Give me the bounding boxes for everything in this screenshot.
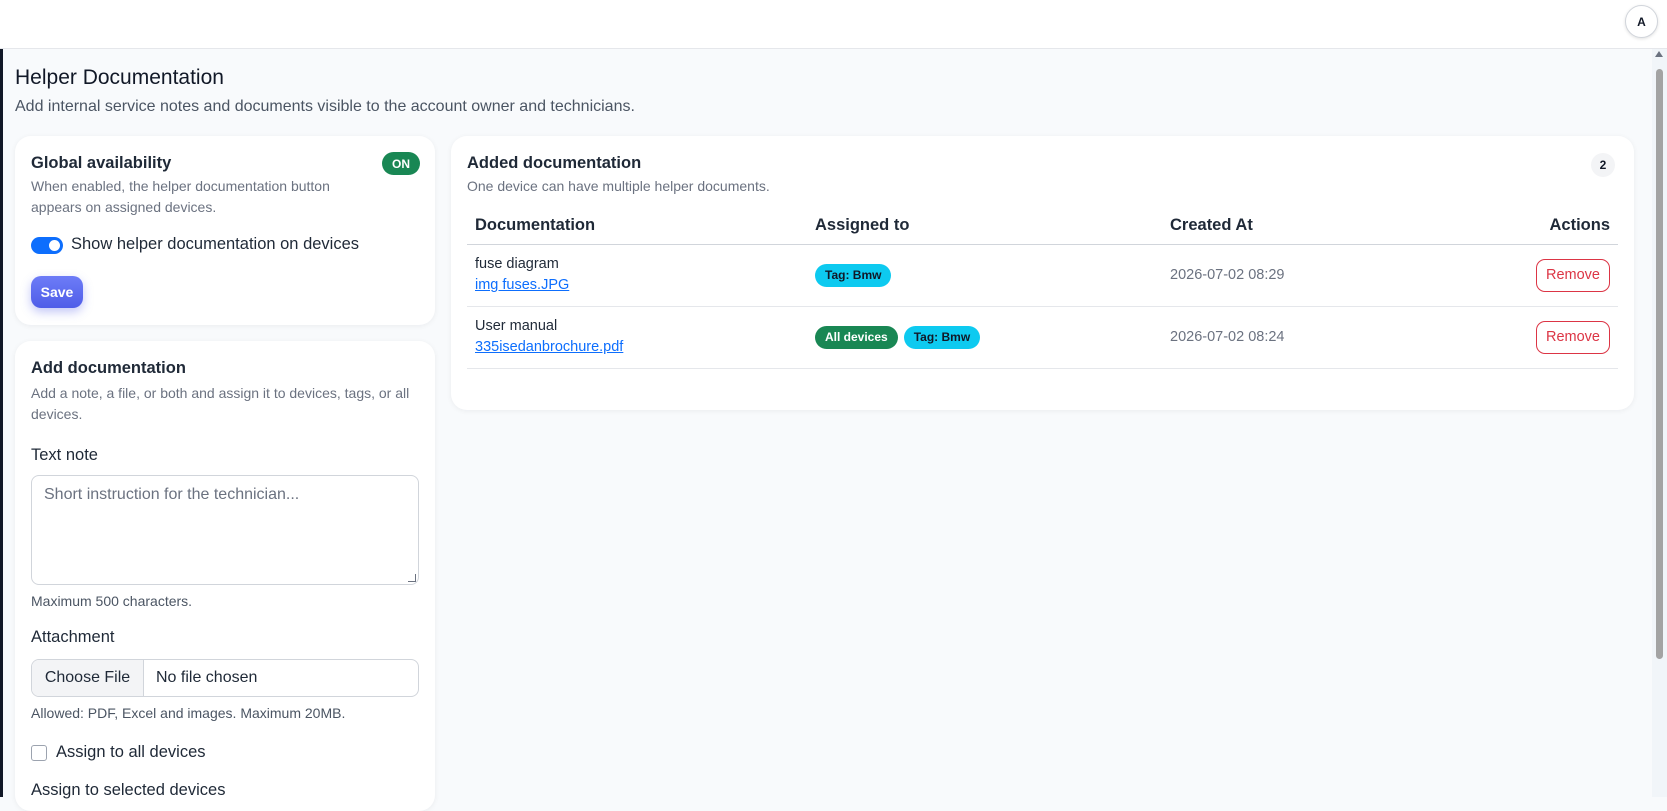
show-helper-toggle[interactable]	[31, 237, 63, 254]
table-row: fuse diagram img fuses.JPG Tag: Bmw 2026…	[467, 244, 1618, 307]
column-header-created-at: Created At	[1162, 208, 1462, 245]
attachment-file-input[interactable]: Choose File No file chosen	[31, 659, 419, 697]
global-availability-title: Global availability	[31, 154, 172, 172]
left-edge-bar	[0, 49, 3, 797]
add-documentation-title: Add documentation	[31, 359, 186, 377]
attachment-hint: Allowed: PDF, Excel and images. Maximum …	[31, 705, 346, 721]
assign-all-label[interactable]: Assign to all devices	[56, 743, 206, 762]
scroll-up-arrow-icon[interactable]	[1655, 51, 1663, 57]
doc-name: User manual	[475, 318, 558, 334]
assign-all-checkbox[interactable]	[31, 745, 47, 761]
show-helper-toggle-label[interactable]: Show helper documentation on devices	[71, 235, 359, 254]
global-availability-card: Global availability ON When enabled, the…	[15, 136, 435, 325]
column-header-documentation: Documentation	[467, 208, 807, 245]
text-note-label: Text note	[31, 446, 98, 464]
table-row: User manual 335isedanbrochure.pdf All de…	[467, 306, 1618, 369]
page-title: Helper Documentation	[15, 66, 224, 89]
doc-name: fuse diagram	[475, 256, 559, 272]
documentation-table: Documentation Assigned to Created At Act…	[467, 208, 1618, 369]
top-bar: A	[0, 0, 1667, 49]
remove-button[interactable]: Remove	[1536, 258, 1610, 292]
text-note-input[interactable]: Short instruction for the technician...	[31, 475, 419, 585]
added-documentation-description: One device can have multiple helper docu…	[467, 178, 770, 194]
save-button[interactable]: Save	[31, 276, 83, 308]
column-header-assigned-to: Assigned to	[807, 208, 1162, 245]
choose-file-button[interactable]: Choose File	[32, 660, 144, 696]
added-documentation-card: Added documentation One device can have …	[451, 136, 1634, 410]
user-avatar[interactable]: A	[1625, 5, 1658, 38]
column-header-actions: Actions	[1462, 208, 1618, 245]
text-note-placeholder: Short instruction for the technician...	[44, 486, 300, 503]
file-status: No file chosen	[156, 669, 258, 686]
doc-file-link[interactable]: img fuses.JPG	[475, 275, 799, 296]
status-badge: ON	[382, 152, 420, 175]
added-documentation-title: Added documentation	[467, 154, 642, 172]
page-subtitle: Add internal service notes and documents…	[15, 98, 635, 115]
documentation-count-badge: 2	[1591, 153, 1615, 177]
attachment-label: Attachment	[31, 628, 115, 646]
tag-badge: Tag: Bmw	[815, 263, 892, 287]
created-at: 2026-07-02 08:29	[1170, 267, 1285, 283]
created-at: 2026-07-02 08:24	[1170, 329, 1285, 345]
add-documentation-description: Add a note, a file, or both and assign i…	[31, 385, 410, 422]
tag-badge: Tag: Bmw	[903, 325, 981, 349]
resize-handle-icon[interactable]	[408, 574, 416, 582]
doc-file-link[interactable]: 335isedanbrochure.pdf	[475, 337, 799, 358]
text-note-hint: Maximum 500 characters.	[31, 593, 193, 609]
assign-selected-label: Assign to selected devices	[31, 781, 226, 799]
table-header-row: Documentation Assigned to Created At Act…	[467, 208, 1618, 245]
page-scrollbar[interactable]	[1652, 49, 1667, 797]
global-availability-description: When enabled, the helper documentation b…	[31, 178, 330, 215]
scroll-thumb[interactable]	[1656, 69, 1663, 659]
remove-button[interactable]: Remove	[1536, 320, 1610, 354]
add-documentation-card: Add documentation Add a note, a file, or…	[15, 341, 435, 811]
all-devices-badge: All devices	[815, 325, 898, 349]
